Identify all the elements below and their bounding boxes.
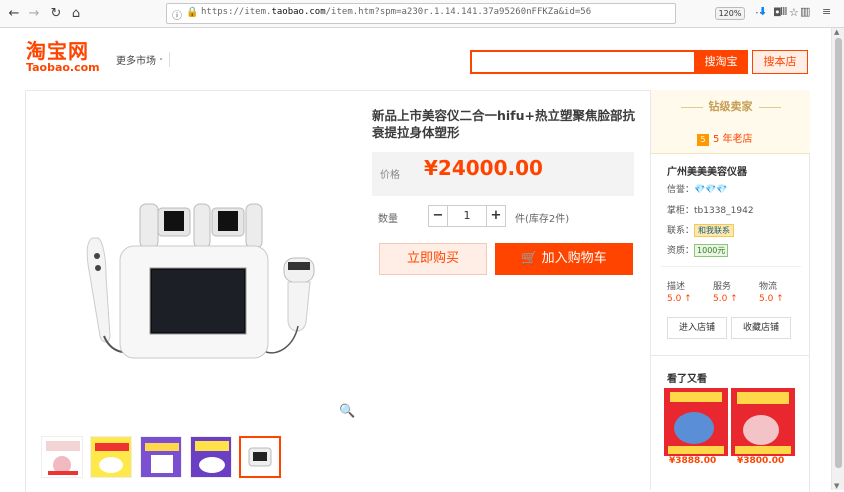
price-box: 价格 ¥24000.00 (372, 152, 634, 196)
reload-icon[interactable]: ↻ (46, 4, 66, 24)
recommendation-1-price: ¥3888.00 (669, 456, 717, 466)
scroll-down-icon[interactable]: ▼ (834, 482, 839, 490)
back-icon[interactable]: ← (4, 4, 24, 24)
scrollbar-thumb[interactable] (835, 38, 842, 468)
magnifier-icon[interactable]: 🔍 (339, 404, 355, 419)
divider (661, 266, 801, 267)
enter-store-button[interactable]: 进入店铺 (667, 317, 727, 339)
chevron-down-icon: ˅ (159, 58, 163, 66)
thumbnail-4[interactable] (190, 436, 232, 478)
shop-header: 钻级卖家 55 年老店 (651, 90, 810, 154)
thumbnail-5-selected[interactable] (239, 436, 281, 478)
add-to-cart-button[interactable]: 🛒 加入购物车 (495, 243, 633, 275)
seller-row: 掌柜：tb1338_1942 (667, 206, 754, 216)
buy-now-button[interactable]: 立即购买 (379, 243, 487, 275)
divider (651, 355, 810, 356)
qualification-row: 资质： 1000元 (667, 243, 729, 257)
thumbnail-2[interactable] (90, 436, 132, 478)
scroll-up-icon[interactable]: ▲ (834, 28, 839, 36)
qualification-badge[interactable]: 1000元 (694, 244, 729, 257)
sidebar-icon[interactable]: ▥ (800, 5, 810, 18)
store-name[interactable]: 广州美美美容仪器 (667, 163, 747, 178)
home-icon[interactable]: ⌂ (66, 4, 86, 24)
info-icon[interactable]: ⓘ (172, 7, 182, 22)
score-description: 描述 5.0 ↑ (667, 282, 692, 304)
search-taobao-button[interactable]: 搜淘宝 (694, 50, 748, 74)
url-bar[interactable]: ⓘ 🔒 https://item.taobao.com/item.htm?spm… (166, 3, 799, 24)
favorite-store-button[interactable]: 收藏店铺 (731, 317, 791, 339)
product-image[interactable] (62, 196, 330, 374)
shop-panel: 钻级卖家 55 年老店 广州美美美容仪器 信誉：💎💎💎 掌柜：tb1338_19… (650, 90, 810, 490)
url-text: https://item.taobao.com/item.htm?spm=a23… (201, 7, 592, 17)
recommendation-2[interactable] (731, 388, 795, 456)
price-label: 价格 (380, 170, 400, 181)
store-age: 55 年老店 (697, 130, 753, 146)
seller-name[interactable]: tb1338_1942 (694, 206, 754, 216)
contact-row: 联系： 和我联系 (667, 223, 735, 237)
quantity-plus-button[interactable]: + (486, 205, 506, 227)
search-input[interactable] (470, 50, 694, 74)
recommendation-1[interactable] (664, 388, 728, 456)
see-again-title: 看了又看 (667, 374, 707, 385)
lock-icon[interactable]: 🔒 (186, 7, 198, 18)
forward-icon[interactable]: → (24, 4, 44, 24)
score-logistics: 物流 5.0 ↑ (759, 282, 784, 304)
quantity-label: 数量 (378, 214, 398, 225)
search-store-button[interactable]: 搜本店 (752, 50, 808, 74)
score-service: 服务 5.0 ↑ (713, 282, 738, 304)
library-icon[interactable]: Ⅲ (780, 5, 788, 18)
seller-level: 钻级卖家 (651, 98, 810, 114)
thumbnail-3[interactable] (140, 436, 182, 478)
cart-icon: 🛒 (521, 251, 538, 266)
thumbnail-1[interactable] (41, 436, 83, 478)
stock-text: 件(库存2件) (515, 214, 570, 225)
recommendation-2-price: ¥3800.00 (737, 456, 785, 466)
store-age-badge-icon: 5 (697, 134, 709, 146)
quantity-input[interactable]: 1 (448, 205, 486, 227)
logo-cn: 淘宝网 (26, 39, 89, 63)
diamond-icons: 💎💎💎 (694, 185, 728, 195)
browser-toolbar: ← → ↻ ⌂ ⓘ 🔒 https://item.taobao.com/item… (0, 0, 844, 28)
contact-seller-button[interactable]: 和我联系 (694, 224, 735, 237)
bookmark-star-icon[interactable]: ☆ (789, 6, 799, 19)
page-scrollbar[interactable]: ▲ ▼ (831, 28, 844, 490)
menu-icon[interactable]: ≡ (822, 5, 831, 18)
download-icon[interactable]: ⬇ (758, 5, 767, 18)
product-title: 新品上市美容仪二合一hifu+热立塑聚焦脸部抗衰提拉身体塑形 (372, 108, 635, 140)
credit-row: 信誉：💎💎💎 (667, 185, 728, 195)
quantity-minus-button[interactable]: − (428, 205, 448, 227)
more-market-link[interactable]: 更多市场 ˅ (116, 52, 170, 67)
zoom-level[interactable]: 120% (715, 7, 745, 20)
price-value: ¥24000.00 (424, 156, 543, 180)
taobao-logo[interactable]: 淘宝网 Taobao.com (26, 40, 106, 74)
logo-en: Taobao.com (26, 61, 100, 74)
